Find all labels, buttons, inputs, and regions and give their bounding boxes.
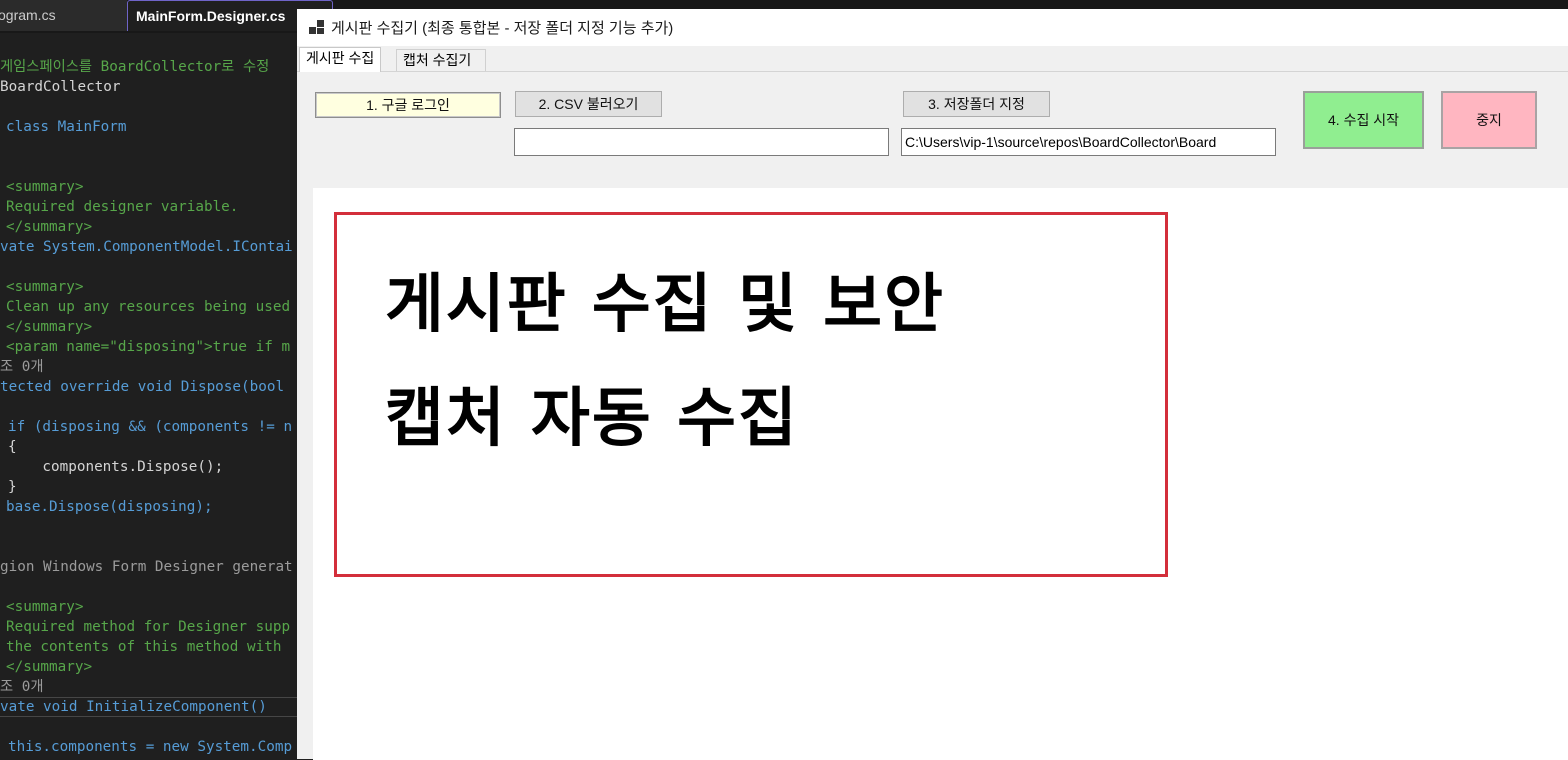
code-line: class MainForm [6, 119, 127, 135]
code-line: if (disposing && (components != n [8, 419, 293, 435]
tab-board-collect[interactable]: 게시판 수집 [299, 47, 382, 72]
code-line: the contents of this method with [6, 639, 282, 655]
board-collector-window: 게시판 수집기 (최종 통합본 - 저장 폴더 지정 기능 추가) 게시판 수집… [297, 9, 1568, 760]
code-line: base.Dispose(disposing); [6, 499, 213, 515]
start-collect-button[interactable]: 4. 수집 시작 [1303, 91, 1424, 149]
code-line: <summary> [6, 599, 84, 615]
code-line: vate System.ComponentModel.IContai [0, 239, 293, 255]
tab-capture-collector[interactable]: 캡처 수집기 [396, 49, 486, 71]
code-line: components.Dispose(); [8, 459, 224, 475]
headline-line-1: 게시판 수집 및 보안 [385, 268, 945, 342]
app-icon [309, 19, 325, 35]
code-area[interactable]: 게임스페이스를 BoardCollector로 수정 BoardCollector… [0, 57, 300, 759]
save-folder-button[interactable]: 3. 저장폴더 지정 [903, 91, 1050, 117]
browser-content-panel[interactable]: 게시판 수집 및 보안 캡처 자동 수집 [313, 188, 1568, 760]
google-login-button[interactable]: 1. 구글 로그인 [315, 92, 501, 118]
window-title: 게시판 수집기 (최종 통합본 - 저장 폴더 지정 기능 추가) [331, 20, 674, 37]
code-line: 조 0개 [0, 359, 44, 375]
code-line: Clean up any resources being used [6, 299, 291, 315]
code-line: 조 0개 [0, 679, 44, 695]
code-line: <summary> [6, 179, 84, 195]
code-line: this.components = new System.Comp [8, 739, 293, 755]
code-line: } [8, 479, 17, 495]
csv-load-button[interactable]: 2. CSV 불러오기 [515, 91, 662, 117]
code-line: vate void InitializeComponent() [0, 699, 267, 715]
code-line: </summary> [6, 319, 93, 335]
headline-line-2: 캡처 자동 수집 [385, 382, 799, 456]
code-line: </summary> [6, 219, 93, 235]
stop-button[interactable]: 중지 [1441, 91, 1537, 149]
csv-path-field[interactable] [514, 128, 889, 156]
editor-tab-program-cs[interactable]: Program.cs [0, 0, 127, 31]
code-line: 게임스페이스를 BoardCollector로 수정 [0, 59, 270, 75]
code-line: <param name="disposing">true if m [6, 339, 291, 355]
code-line: gion Windows Form Designer generat [0, 559, 293, 575]
code-line: <summary> [6, 279, 84, 295]
window-titlebar[interactable]: 게시판 수집기 (최종 통합본 - 저장 폴더 지정 기능 추가) [297, 9, 1568, 46]
tab-page-board-collect: 1. 구글 로그인 2. CSV 불러오기 3. 저장폴더 지정 4. 수집 시… [297, 71, 1568, 760]
code-line: tected override void Dispose(bool [0, 379, 285, 395]
code-line: { [8, 439, 17, 455]
code-line: Required designer variable. [6, 199, 239, 215]
headline-banner: 게시판 수집 및 보안 캡처 자동 수집 [334, 212, 1168, 577]
save-folder-path-field[interactable] [901, 128, 1276, 156]
code-line: BoardCollector [0, 79, 121, 95]
code-line: Required method for Designer supp [6, 619, 291, 635]
code-line: </summary> [6, 659, 93, 675]
tab-strip: 게시판 수집 캡처 수집기 [297, 46, 1568, 72]
